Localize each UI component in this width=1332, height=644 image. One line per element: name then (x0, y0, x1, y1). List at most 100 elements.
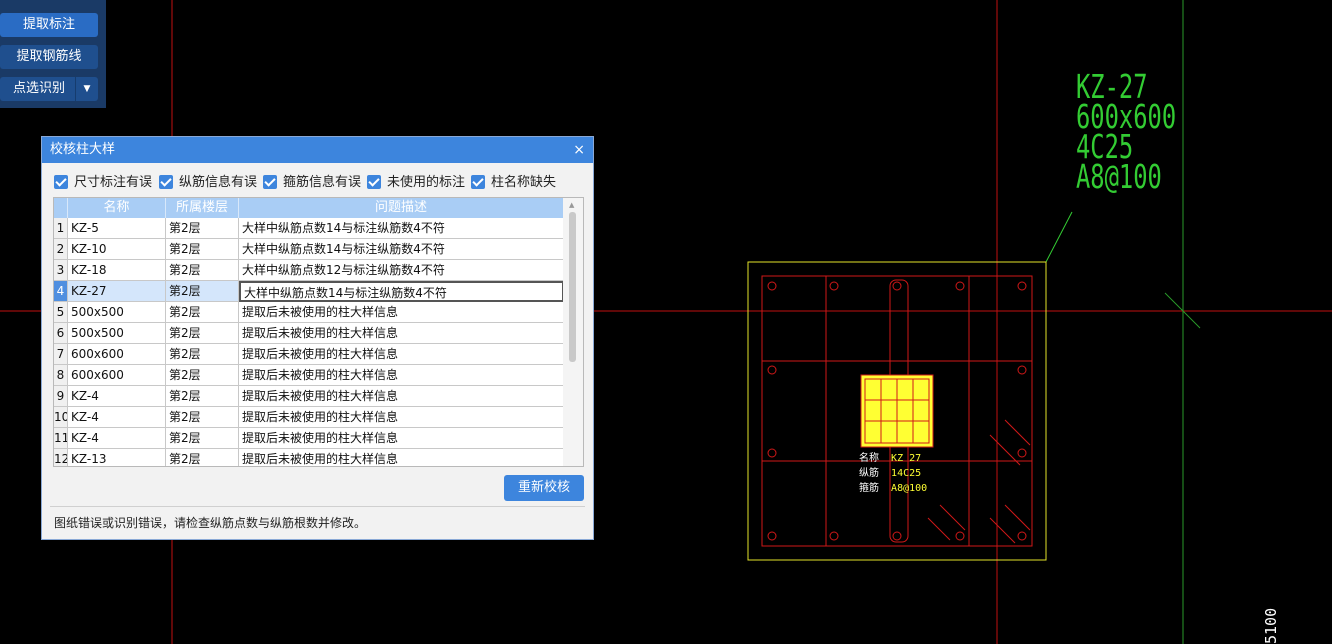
cell-floor: 第2层 (166, 323, 239, 344)
preview-label-row: 名称 KZ 27 (859, 451, 927, 466)
checkbox-icon[interactable] (471, 174, 485, 189)
row-index: 1 (54, 218, 68, 239)
preview-label-value: A8@100 (891, 483, 928, 494)
cell-name: KZ-4 (68, 386, 166, 407)
check-column-dialog: 校核柱大样 × 尺寸标注有误 纵筋信息有误 箍筋信息有误 未使用的标注 柱名称缺… (41, 136, 594, 540)
table-row[interactable]: 9 KZ-4 第2层 提取后未被使用的柱大样信息 (54, 386, 564, 407)
cell-floor: 第2层 (166, 239, 239, 260)
cell-name: 600x600 (68, 344, 166, 365)
extract-annotation-label: 提取标注 (22, 17, 75, 32)
cell-description: 提取后未被使用的柱大样信息 (239, 428, 564, 449)
cell-name: 500x500 (68, 302, 166, 323)
cell-floor: 第2层 (166, 260, 239, 281)
cell-name: KZ-4 (68, 407, 166, 428)
cell-name: 600x600 (68, 365, 166, 386)
table-row[interactable]: 8 600x600 第2层 提取后未被使用的柱大样信息 (54, 365, 564, 386)
row-index: 2 (54, 239, 68, 260)
cell-floor: 第2层 (166, 218, 239, 239)
checkbox-icon[interactable] (367, 174, 381, 189)
cell-description: 大样中纵筋点数14与标注纵筋数4不符 (239, 218, 564, 239)
preview-label-key: 箍筋 (859, 483, 879, 494)
preview-label-value: KZ 27 (891, 453, 922, 464)
cell-description: 大样中纵筋点数14与标注纵筋数4不符 (239, 281, 564, 302)
table-row[interactable]: 1 KZ-5 第2层 大样中纵筋点数14与标注纵筋数4不符 (54, 218, 564, 239)
scrollbar-thumb[interactable] (569, 212, 576, 362)
row-index: 10 (54, 407, 68, 428)
extract-rebar-line-label: 提取钢筋线 (16, 49, 82, 64)
header-floor[interactable]: 所属楼层 (166, 198, 239, 218)
filter-size-error[interactable]: 尺寸标注有误 (54, 174, 152, 192)
cell-name: KZ-5 (68, 218, 166, 239)
cell-name: KZ-10 (68, 239, 166, 260)
row-index: 5 (54, 302, 68, 323)
row-index: 12 (54, 449, 68, 466)
leader-line (1045, 211, 1073, 263)
filter-unused-annotation[interactable]: 未使用的标注 (367, 174, 465, 192)
cell-floor: 第2层 (166, 281, 239, 302)
filter-label: 尺寸标注有误 (74, 175, 153, 190)
cell-description: 大样中纵筋点数14与标注纵筋数4不符 (239, 239, 564, 260)
header-name[interactable]: 名称 (68, 198, 166, 218)
table-row[interactable]: 7 600x600 第2层 提取后未被使用的柱大样信息 (54, 344, 564, 365)
table-row[interactable]: 11 KZ-4 第2层 提取后未被使用的柱大样信息 (54, 428, 564, 449)
header-description[interactable]: 问题描述 (239, 198, 564, 218)
cell-floor: 第2层 (166, 449, 239, 466)
preview-label-row: 箍筋 A8@100 (859, 481, 927, 496)
filter-label: 纵筋信息有误 (179, 175, 258, 190)
filter-name-missing[interactable]: 柱名称缺失 (471, 174, 556, 192)
cell-floor: 第2层 (166, 302, 239, 323)
vertical-scrollbar[interactable]: ▲ (563, 198, 583, 466)
row-index: 6 (54, 323, 68, 344)
header-index (54, 198, 68, 218)
preview-label-key: 名称 (859, 453, 879, 464)
row-index: 7 (54, 344, 68, 365)
extract-annotation-button[interactable]: 提取标注 (0, 13, 98, 37)
checkbox-icon[interactable] (263, 174, 277, 189)
cell-name: KZ-4 (68, 428, 166, 449)
table-row[interactable]: 2 KZ-10 第2层 大样中纵筋点数14与标注纵筋数4不符 (54, 239, 564, 260)
cell-description: 提取后未被使用的柱大样信息 (239, 365, 564, 386)
point-identify-label: 点选识别 (12, 81, 65, 96)
checkbox-icon[interactable] (54, 174, 68, 189)
cell-description: 提取后未被使用的柱大样信息 (239, 407, 564, 428)
close-icon[interactable]: × (573, 137, 585, 163)
row-index: 4 (54, 281, 68, 302)
preview-labels: 名称 KZ 27 纵筋 14C25 箍筋 A8@100 (859, 451, 927, 496)
checkbox-icon[interactable] (159, 174, 173, 189)
edge-dimension-text: 5100 (1262, 607, 1280, 644)
table-header: 名称 所属楼层 问题描述 (54, 198, 564, 218)
cell-name: KZ-18 (68, 260, 166, 281)
table-row[interactable]: 5 500x500 第2层 提取后未被使用的柱大样信息 (54, 302, 564, 323)
table-row[interactable]: 3 KZ-18 第2层 大样中纵筋点数12与标注纵筋数4不符 (54, 260, 564, 281)
cell-description: 提取后未被使用的柱大样信息 (239, 386, 564, 407)
row-index: 11 (54, 428, 68, 449)
cell-description: 提取后未被使用的柱大样信息 (239, 449, 564, 466)
point-identify-button[interactable]: 点选识别 ▼ (0, 77, 98, 101)
table-row[interactable]: 6 500x500 第2层 提取后未被使用的柱大样信息 (54, 323, 564, 344)
cell-floor: 第2层 (166, 365, 239, 386)
row-index: 3 (54, 260, 68, 281)
table-row[interactable]: 12 KZ-13 第2层 提取后未被使用的柱大样信息 (54, 449, 564, 466)
cell-floor: 第2层 (166, 407, 239, 428)
preview-label-key: 纵筋 (859, 468, 879, 479)
filter-rebar-error[interactable]: 纵筋信息有误 (159, 174, 257, 192)
row-index: 8 (54, 365, 68, 386)
recheck-button[interactable]: 重新校核 (504, 475, 584, 501)
filter-label: 柱名称缺失 (491, 175, 557, 190)
cell-name: KZ-27 (68, 281, 166, 302)
scroll-up-icon[interactable]: ▲ (569, 201, 574, 209)
annotation-block: KZ-27 600x600 4C25 A8@100 (1076, 70, 1176, 193)
cell-description: 提取后未被使用的柱大样信息 (239, 302, 564, 323)
dialog-titlebar[interactable]: 校核柱大样 × (42, 137, 593, 163)
status-message: 图纸错误或识别错误，请检查纵筋点数与纵筋根数并修改。 (54, 516, 367, 530)
table-row[interactable]: 4 KZ-27 第2层 大样中纵筋点数14与标注纵筋数4不符 (54, 281, 564, 302)
filter-label: 箍筋信息有误 (283, 175, 362, 190)
cell-description: 提取后未被使用的柱大样信息 (239, 323, 564, 344)
filter-stirrup-error[interactable]: 箍筋信息有误 (263, 174, 361, 192)
issue-table: 名称 所属楼层 问题描述 1 KZ-5 第2层 大样中纵筋点数14与标注纵筋数4不符 2… (53, 197, 584, 467)
dialog-title: 校核柱大样 (50, 142, 116, 157)
extract-rebar-line-button[interactable]: 提取钢筋线 (0, 45, 98, 69)
dropdown-arrow-icon[interactable]: ▼ (75, 77, 98, 101)
table-row[interactable]: 10 KZ-4 第2层 提取后未被使用的柱大样信息 (54, 407, 564, 428)
preview-label-row: 纵筋 14C25 (859, 466, 927, 481)
